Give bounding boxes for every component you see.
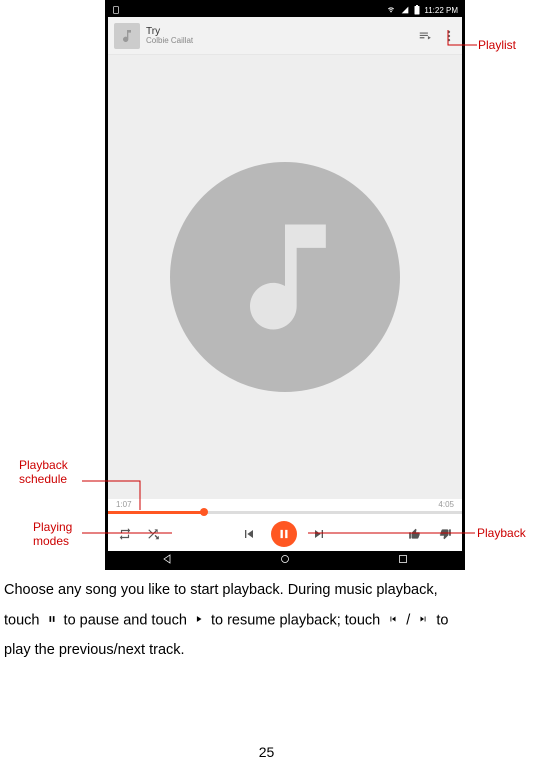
album-art-placeholder (170, 162, 400, 392)
signal-icon (400, 6, 410, 14)
progress-fill (108, 511, 204, 514)
playlist-icon[interactable] (418, 29, 432, 43)
playback-controls (160, 521, 408, 547)
playing-modes-group (112, 527, 160, 541)
status-bar: 11:22 PM (108, 3, 462, 17)
next-icon[interactable] (311, 526, 327, 542)
time-row: 1:07 4:05 (108, 500, 462, 509)
play-inline-icon (194, 606, 204, 636)
annotation-playback: Playback (477, 526, 526, 540)
annotation-modes: Playing modes (33, 520, 72, 548)
phone-screen: 11:22 PM Try Colbie Caillat 1:07 4:05 (108, 3, 462, 567)
next-inline-icon (417, 606, 429, 636)
android-nav-bar (108, 551, 462, 567)
progress-track[interactable] (108, 511, 462, 514)
progress-thumb[interactable] (200, 508, 208, 516)
album-art-area (108, 55, 462, 499)
thumb-down-icon[interactable] (438, 527, 452, 541)
time-total: 4:05 (438, 500, 454, 509)
annotation-playlist: Playlist (478, 38, 516, 52)
nav-back-icon[interactable] (161, 553, 173, 565)
prev-inline-icon (387, 606, 399, 636)
music-note-icon (215, 207, 355, 347)
song-artist: Colbie Caillat (146, 37, 412, 46)
nav-home-icon[interactable] (279, 553, 291, 565)
repeat-icon[interactable] (118, 527, 132, 541)
album-thumbnail[interactable] (114, 23, 140, 49)
previous-icon[interactable] (241, 526, 257, 542)
top-bar: Try Colbie Caillat (108, 17, 462, 55)
rating-group (408, 527, 458, 541)
instructions-paragraph: Choose any song you like to start playba… (0, 576, 533, 666)
pause-inline-icon (47, 606, 57, 636)
nav-recent-icon[interactable] (397, 553, 409, 565)
annotation-schedule: Playback schedule (19, 458, 68, 486)
song-meta: Try Colbie Caillat (146, 26, 412, 46)
status-time: 11:22 PM (424, 6, 458, 15)
shuffle-icon[interactable] (146, 527, 160, 541)
controls-row (108, 517, 462, 551)
song-title: Try (146, 26, 412, 37)
wifi-icon (386, 6, 396, 14)
time-elapsed: 1:07 (116, 500, 132, 509)
pause-button[interactable] (271, 521, 297, 547)
battery-icon (414, 5, 420, 15)
notification-icon (112, 6, 120, 14)
more-icon[interactable] (442, 29, 456, 43)
phone-frame: 11:22 PM Try Colbie Caillat 1:07 4:05 (105, 0, 465, 570)
thumb-up-icon[interactable] (408, 527, 422, 541)
page-number: 25 (0, 744, 533, 760)
